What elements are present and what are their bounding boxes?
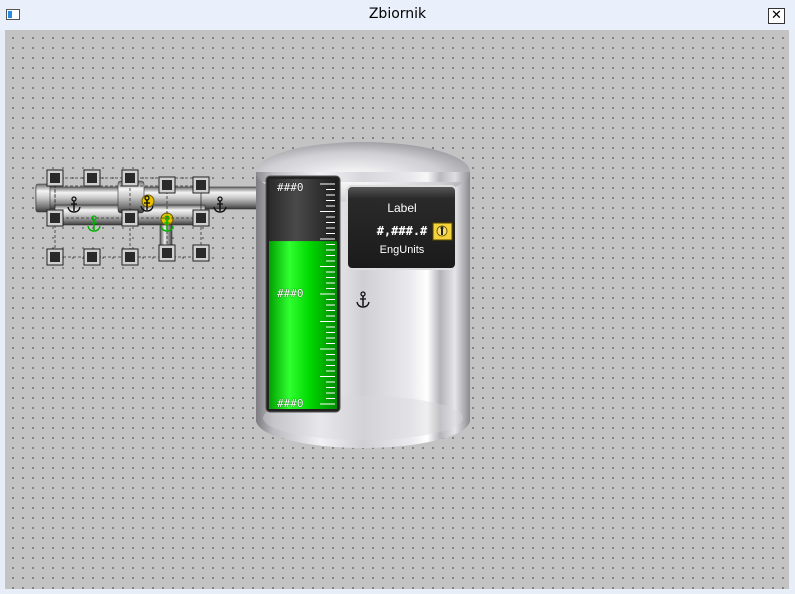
display-label: Label [387,201,417,215]
display-units: EngUnits [379,244,425,256]
graphics-scene [35,142,470,448]
scale-label-top: ###0 [277,181,304,194]
display-value: #,###.# [376,224,428,238]
scale-label-middle: ###0 [277,287,304,300]
scale-label-bottom: ###0 [277,397,304,410]
pipe-assembly[interactable] [35,180,259,254]
